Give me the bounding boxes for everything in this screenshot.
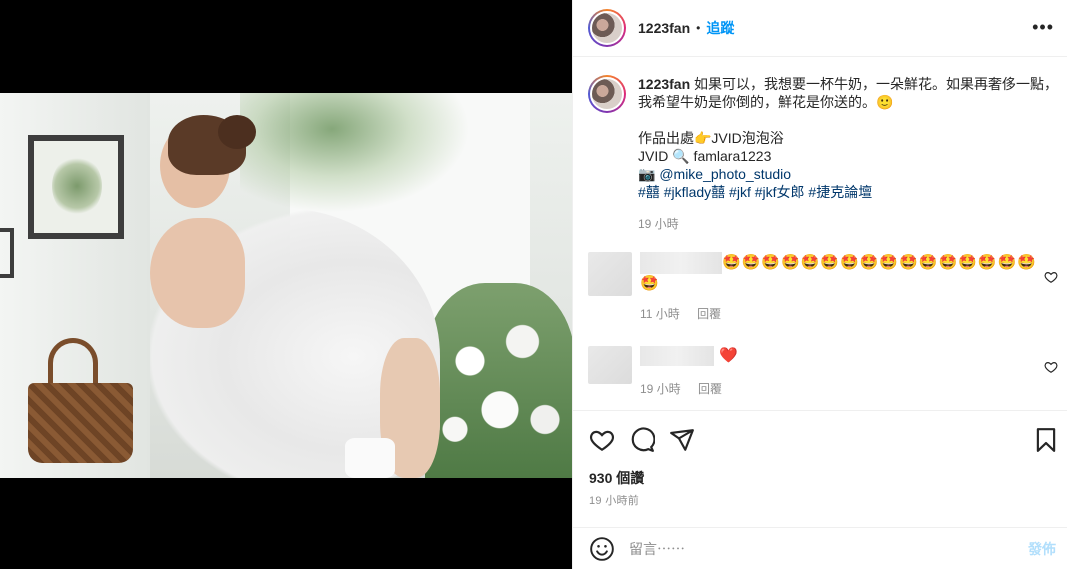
photo-wall-frame-small xyxy=(0,228,14,278)
like-comment-heart-icon[interactable] xyxy=(1044,270,1058,284)
hashtag[interactable]: #捷克論壇 xyxy=(808,184,872,200)
hashtag[interactable]: #jkf女郎 xyxy=(755,184,805,200)
post-comment-button[interactable]: 發佈 xyxy=(1028,539,1056,559)
comment-item: 🤩🤩🤩🤩🤩🤩🤩🤩🤩🤩🤩🤩🤩🤩🤩🤩 🤩 11 小時 回覆 xyxy=(588,252,1058,322)
photo-ivy xyxy=(240,93,470,213)
photo-basket xyxy=(28,383,133,463)
post-photo[interactable] xyxy=(0,93,572,478)
photo-figure-stocking xyxy=(345,438,395,478)
like-comment-heart-icon[interactable] xyxy=(1044,360,1058,374)
header-separator: • xyxy=(696,21,701,35)
photo-figure-shoulder xyxy=(150,218,245,328)
follow-button[interactable]: 追蹤 xyxy=(706,18,734,38)
comment-bubble-icon[interactable] xyxy=(629,427,655,453)
caption-username[interactable]: 1223fan xyxy=(638,76,690,92)
share-paper-plane-icon[interactable] xyxy=(669,427,695,453)
caption-source: 作品出處👉JVID泡泡浴 xyxy=(638,130,784,146)
comment-text-cont: 🤩 xyxy=(640,275,660,292)
comment-time[interactable]: 19 小時 xyxy=(640,382,681,396)
post-timestamp[interactable]: 19 小時前 xyxy=(589,492,639,508)
like-heart-icon[interactable] xyxy=(589,427,615,453)
emoji-smile-icon[interactable] xyxy=(589,536,615,562)
photo-flowers xyxy=(425,283,572,478)
reply-button[interactable]: 回覆 xyxy=(698,382,722,396)
caption-text-line1: 如果可以，我想要一杯牛奶，一朵鮮花。如果再奢侈一點， xyxy=(694,76,1059,92)
more-options-icon[interactable]: ••• xyxy=(1032,18,1054,36)
likes-count[interactable]: 930 個讚 xyxy=(589,468,644,488)
comment-avatar[interactable] xyxy=(588,252,632,296)
hashtag[interactable]: #jkf xyxy=(729,184,751,200)
caption-avatar[interactable] xyxy=(588,75,626,113)
caption-studio-mention[interactable]: 📷 @mike_photo_studio xyxy=(638,165,1058,183)
hashtag[interactable]: #jkflady囍 xyxy=(664,184,725,200)
header-avatar[interactable] xyxy=(588,9,626,47)
hashtag[interactable]: #囍 xyxy=(638,184,660,200)
photo-figure-bun xyxy=(218,115,256,149)
caption-jvid: JVID 🔍 famlara1223 xyxy=(638,148,772,164)
comment-avatar[interactable] xyxy=(588,346,632,384)
comment-time[interactable]: 11 小時 xyxy=(640,307,680,321)
post-media-pane xyxy=(0,0,572,569)
header-username[interactable]: 1223fan xyxy=(638,20,690,36)
add-comment-bar: 發佈 xyxy=(573,527,1067,569)
caption-text-line2: 我希望牛奶是你倒的，鮮花是你送的。🙂 xyxy=(638,94,894,110)
post-side-panel: 1223fan • 追蹤 ••• 1223fan 如果可以，我想要一杯牛奶，一朵… xyxy=(572,0,1067,569)
comment-text: ❤️ xyxy=(719,347,739,364)
caption-time[interactable]: 19 小時 xyxy=(638,215,1058,233)
save-bookmark-icon[interactable] xyxy=(1033,427,1059,453)
post-action-bar xyxy=(573,410,1067,468)
reply-button[interactable]: 回覆 xyxy=(697,307,721,321)
photo-wall-frame xyxy=(28,135,124,239)
post-caption: 1223fan 如果可以，我想要一杯牛奶，一朵鮮花。如果再奢侈一點， 我希望牛奶… xyxy=(588,75,1058,233)
comment-username-redacted[interactable] xyxy=(640,252,722,274)
comment-item: ❤️ 19 小時 回覆 xyxy=(588,346,1058,397)
comment-username-redacted[interactable] xyxy=(640,346,714,367)
comment-text: 🤩🤩🤩🤩🤩🤩🤩🤩🤩🤩🤩🤩🤩🤩🤩🤩 xyxy=(722,253,1037,271)
post-header: 1223fan • 追蹤 ••• xyxy=(573,0,1067,57)
comment-input[interactable] xyxy=(629,540,1009,557)
